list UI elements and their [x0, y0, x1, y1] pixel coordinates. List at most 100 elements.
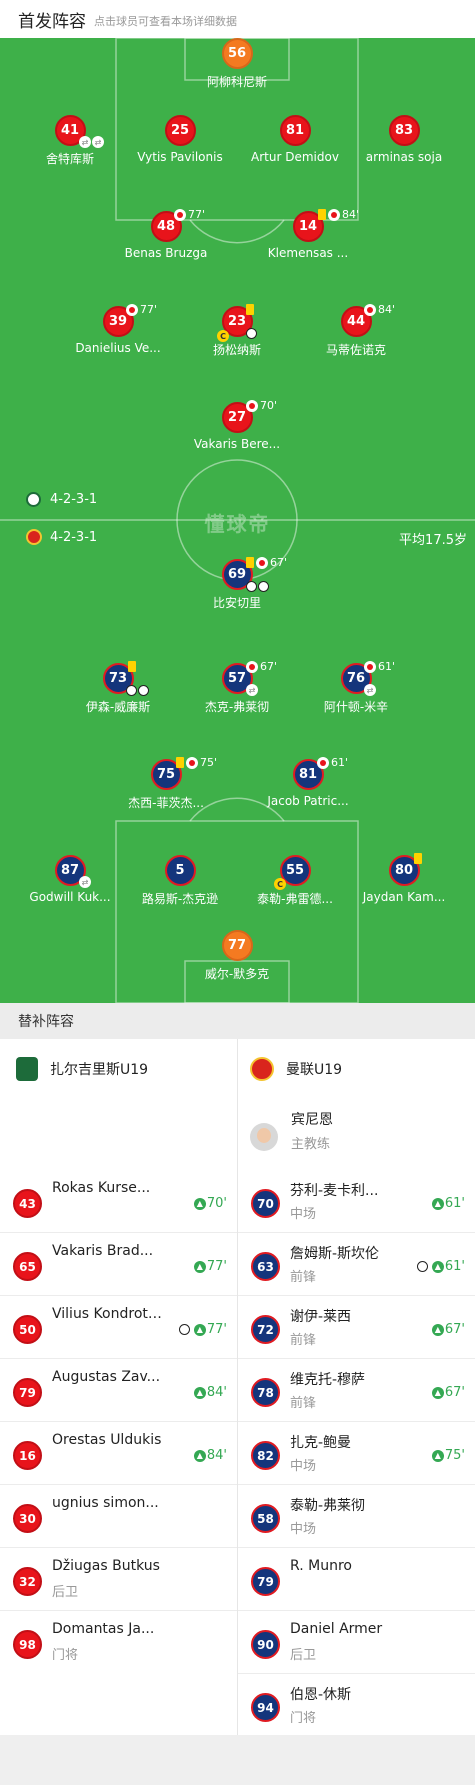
away-sub-row[interactable]: 72 谢伊-莱西 前锋 ▲ 67' [238, 1296, 475, 1359]
sub-in-icon: ▲ [193, 1449, 206, 1462]
sub-out-icon [126, 303, 138, 316]
sub-name: Vakaris Brad... [52, 1243, 154, 1259]
home-sub-row[interactable]: 16 Orestas Uldukis ▲ 84' [0, 1422, 237, 1485]
player-name: Jacob Patric... [267, 794, 349, 808]
sub-in-event: ▲ 61' [416, 1259, 465, 1274]
away-sub-row[interactable]: 63 詹姆斯-斯坎伦 前锋 ▲ 61' [238, 1233, 475, 1296]
sub-in-event: ▲ 61' [431, 1196, 465, 1211]
sub-position: 中场 [290, 1207, 317, 1222]
jersey-number: 43 [13, 1189, 42, 1218]
swap-icon: ⇄ [246, 684, 258, 696]
jersey-number: 56 [221, 38, 253, 69]
sub-out-event: 77' [126, 303, 157, 316]
home-player-27[interactable]: 27 Vakaris Bere... [167, 402, 307, 451]
goal-ball-icon [178, 1324, 190, 1335]
away-sub-row[interactable]: 82 扎克-鲍曼 中场 ▲ 75' [238, 1422, 475, 1485]
sub-out-event: 77' [174, 208, 205, 221]
away-player-76[interactable]: 76 阿什顿-米辛 [286, 663, 426, 715]
sub-out-icon [246, 660, 258, 673]
event-icons: ⇄ ⇄ [79, 136, 105, 148]
jersey-number: 72 [251, 1315, 280, 1344]
swap-icon: ⇄ [79, 876, 91, 888]
yellow-card-icon [318, 209, 326, 220]
away-sub-row[interactable]: 70 芬利-麦卡利... 中场 ▲ 61' [238, 1170, 475, 1233]
sub-name: ugnius simon... [52, 1495, 159, 1511]
card-and-sub-event: 67' [246, 556, 287, 569]
away-sub-row[interactable]: 58 泰勒-弗莱彻 中场 [238, 1485, 475, 1548]
sub-in-event: ▲ 77' [178, 1322, 227, 1337]
swap-icon: ⇄ [364, 684, 376, 696]
away-sub-row[interactable]: 90 Daniel Armer 后卫 [238, 1611, 475, 1674]
sub-name: 扎克-鲍曼 [290, 1435, 352, 1451]
subs-panel: 扎尔吉里斯U19 曼联U19 宾尼恩 主教练 43 Rokas Kurse...… [0, 1039, 475, 1735]
home-sub-row[interactable]: 30 ugnius simon... [0, 1485, 237, 1548]
average-age: 平均17.5岁 [399, 533, 467, 548]
sub-in-event: ▲ 77' [193, 1259, 227, 1274]
home-sub-row[interactable]: 32 Džiugas Butkus 后卫 [0, 1548, 237, 1611]
away-player-77[interactable]: 77 威尔-默多克 [167, 930, 307, 982]
home-player-83[interactable]: 83 arminas soja [334, 115, 474, 164]
swap-event: ⇄ [364, 684, 377, 696]
home-sub-row[interactable]: 79 Augustas Zav... ▲ 84' [0, 1359, 237, 1422]
away-crest-icon [250, 1057, 274, 1081]
home-sub-row[interactable]: 43 Rokas Kurse... ▲ 70' [0, 1170, 237, 1233]
home-crest-icon [26, 492, 41, 507]
home-formation: 4-2-3-1 [26, 492, 97, 507]
sub-out-icon [317, 756, 329, 769]
away-sub-row[interactable]: 79 R. Munro [238, 1548, 475, 1611]
away-player-80[interactable]: 80 Jaydan Kam... [334, 855, 474, 904]
sub-in-event: ▲ 67' [431, 1322, 465, 1337]
player-name: 阿什顿-米辛 [323, 700, 389, 714]
coach-role: 主教练 [291, 1137, 331, 1152]
home-player-44[interactable]: 44 马蒂佐诺克 [286, 306, 426, 358]
swap-event: ⇄ [246, 684, 259, 696]
sub-out-icon [246, 399, 258, 412]
sub-in-icon: ▲ [431, 1386, 444, 1399]
yellow-card-icon [414, 853, 422, 864]
sub-out-icon [328, 208, 340, 221]
home-player-56[interactable]: 56 阿柳科尼斯 [167, 38, 307, 90]
jersey-number: 98 [13, 1630, 42, 1659]
away-sub-row[interactable]: 94 伯恩-休斯 门将 [238, 1674, 475, 1737]
card-event [128, 661, 138, 672]
jersey-number: 63 [251, 1252, 280, 1281]
jersey-number: 82 [251, 1441, 280, 1470]
away-team-header[interactable]: 曼联U19 [250, 1057, 342, 1081]
player-name: 比安切里 [212, 596, 261, 610]
swap-event: ⇄ [79, 876, 92, 888]
sub-name: Rokas Kurse... [52, 1180, 151, 1196]
yellow-card-icon [246, 557, 254, 568]
player-name: 阿柳科尼斯 [206, 75, 267, 89]
card-and-sub-event: 84' [318, 208, 359, 221]
home-player-48[interactable]: 48 Benas Bruzga [96, 211, 236, 260]
goal-event [246, 581, 270, 592]
sub-name: 伯恩-休斯 [290, 1687, 352, 1703]
home-team-header[interactable]: 扎尔吉里斯U19 [16, 1057, 148, 1081]
jersey-number: 25 [164, 115, 196, 146]
jersey-number: 70 [251, 1189, 280, 1218]
sub-name: Domantas Ja... [52, 1621, 155, 1637]
jersey-number: 58 [251, 1504, 280, 1533]
coach-name: 宾尼恩 [291, 1112, 333, 1128]
sub-position: 后卫 [52, 1585, 79, 1600]
home-sub-row[interactable]: 98 Domantas Ja... 门将 [0, 1611, 237, 1674]
sub-in-event: ▲ 84' [193, 1448, 227, 1463]
sub-out-event: 67' [246, 660, 277, 673]
subs-title: 替补阵容 [0, 1003, 475, 1039]
sub-position: 门将 [52, 1648, 79, 1663]
away-sub-row[interactable]: 78 维克托-穆萨 前锋 ▲ 67' [238, 1359, 475, 1422]
away-formation: 4-2-3-1 [26, 529, 97, 545]
home-sub-row[interactable]: 65 Vakaris Brad... ▲ 77' [0, 1233, 237, 1296]
away-player-81[interactable]: 81 Jacob Patric... [238, 759, 378, 808]
jersey-number: 65 [13, 1252, 42, 1281]
coach-card[interactable]: 宾尼恩 主教练 [250, 1109, 470, 1165]
sub-in-icon: ▲ [431, 1323, 444, 1336]
home-sub-row[interactable]: 50 Vilius Kondrotas ▲ 77' [0, 1296, 237, 1359]
home-crest-icon [16, 1057, 38, 1081]
sub-position: 后卫 [290, 1648, 317, 1663]
player-name: Benas Bruzga [124, 246, 208, 260]
yellow-card-icon [176, 757, 184, 768]
jersey-number: 94 [251, 1693, 280, 1722]
sub-in-event: ▲ 84' [193, 1385, 227, 1400]
jersey-number: 16 [13, 1441, 42, 1470]
